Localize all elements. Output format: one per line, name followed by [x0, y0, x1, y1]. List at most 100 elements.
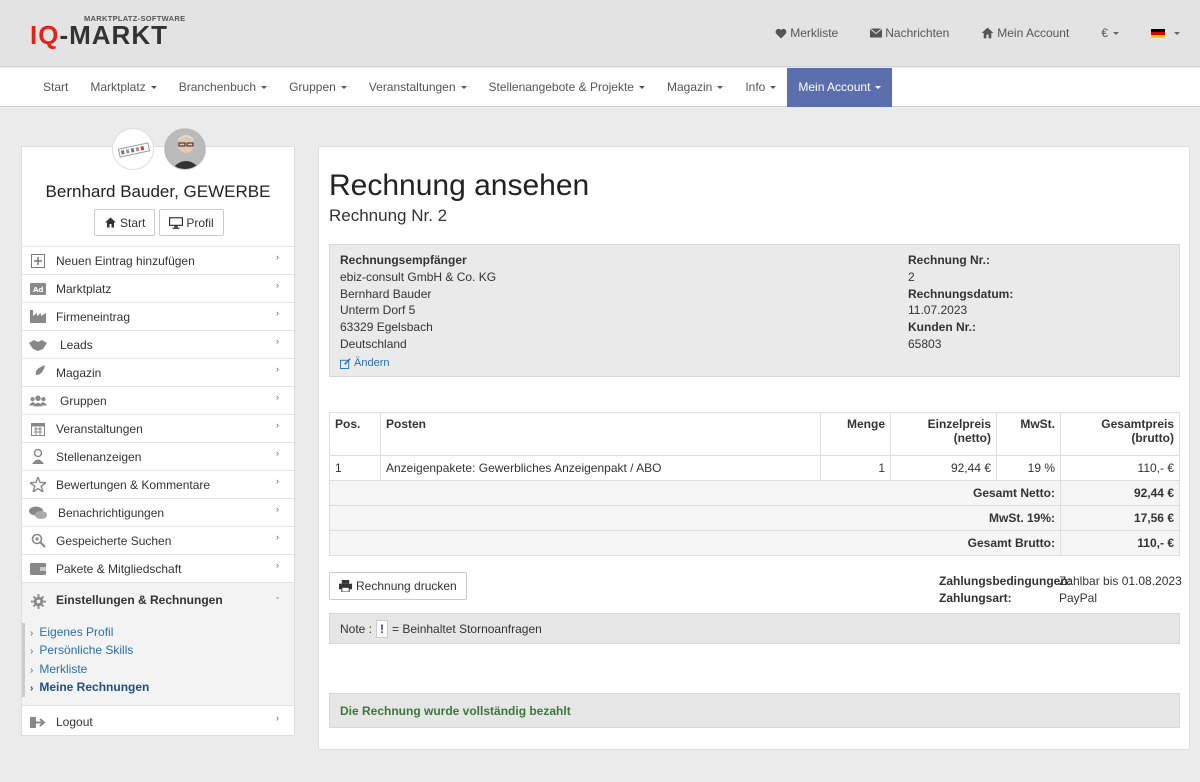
col-header-pos: Pos. [329, 412, 381, 456]
print-icon [339, 580, 352, 592]
profile-buttons: Start Profil [94, 209, 228, 236]
cell-pos: 1 [329, 455, 381, 481]
nav-marktplatz[interactable]: Marktplatz [79, 68, 167, 107]
recipient-line: Bernhard Bauder [340, 286, 432, 301]
sum-label: MwSt. 19%: [329, 505, 1061, 531]
svg-text:Ad: Ad [33, 286, 43, 294]
cell-vat: 19 % [996, 455, 1061, 481]
submenu-persoenliche-skills[interactable]: › Persönliche Skills [25, 641, 294, 659]
recipient-line: Deutschland [340, 336, 407, 351]
cell-unit-price: 92,44 € [890, 455, 997, 481]
sidebar-item-veranstaltungen[interactable]: Veranstaltungen › [22, 414, 294, 442]
user-avatar[interactable] [164, 128, 206, 170]
nav-branchenbuch[interactable]: Branchenbuch [168, 68, 278, 107]
nav-magazin[interactable]: Magazin [656, 68, 734, 107]
sum-label: Gesamt Netto: [329, 480, 1061, 506]
plus-square-icon [29, 253, 47, 269]
sidebar-item-new-entry[interactable]: Neuen Eintrag hinzufügen › [22, 246, 294, 274]
chevron-down-icon [875, 86, 882, 90]
recipient-line: 63329 Egelsbach [340, 320, 433, 335]
recipient-line: Unterm Dorf 5 [340, 303, 416, 318]
star-icon [29, 477, 47, 493]
company-logo-avatar[interactable] [112, 128, 154, 170]
sidebar-item-pakete[interactable]: Pakete & Mitgliedschaft › [22, 554, 294, 582]
recipient-block: Rechnungsempfänger ebiz-consult GmbH & C… [340, 252, 496, 372]
invoice-date-label: Rechnungsdatum: [908, 286, 1014, 301]
chevron-right-icon: › [276, 420, 279, 430]
sidebar-menu: Neuen Eintrag hinzufügen › Ad Marktplatz ›… [22, 246, 294, 736]
feather-icon [29, 365, 47, 381]
nav-stellenangebote[interactable]: Stellenangebote & Projekte [478, 68, 656, 107]
sidebar-item-firmeneintrag[interactable]: Firmeneintrag › [22, 302, 294, 330]
customer-number-label: Kunden Nr.: [908, 320, 976, 335]
comments-icon [29, 505, 47, 521]
ad-icon: Ad [29, 281, 47, 297]
sidebar-item-einstellungen[interactable]: Einstellungen & Rechnungen ˇ › Eigenes Pro… [22, 582, 294, 706]
paid-status-message: Die Rechnung wurde vollständig bezahlt [329, 693, 1180, 728]
cell-item: Anzeigenpakete: Gewerbliches Anzeigenpak… [380, 455, 821, 481]
table-row: 1 Anzeigenpakete: Gewerbliches Anzeigenp… [329, 455, 1180, 481]
recipient-line: ebiz-consult GmbH & Co. KG [340, 269, 497, 284]
sidebar-item-logout[interactable]: Logout › [22, 708, 294, 736]
start-button[interactable]: Start [94, 209, 156, 236]
chevron-right-icon: › [276, 560, 279, 570]
col-header-vat: MwSt. [996, 412, 1061, 456]
sidebar-item-gruppen[interactable]: Gruppen › [22, 386, 294, 414]
chevron-down-icon [717, 86, 724, 90]
user-photo-icon [165, 129, 205, 169]
sidebar-item-marktplatz[interactable]: Ad Marktplatz › [22, 274, 294, 302]
note-box: Note : ! = Beinhaltet Stornoanfragen [329, 613, 1180, 644]
heart-icon [775, 28, 787, 38]
sum-value: 92,44 € [1060, 480, 1180, 506]
gear-icon [29, 593, 47, 609]
cell-qty: 1 [820, 455, 891, 481]
chevron-down-icon: ˇ [276, 596, 279, 606]
chevron-down-icon [460, 86, 467, 90]
settings-submenu: › Eigenes Profil › Persönliche Skills › Mer… [22, 623, 294, 697]
submenu-eigenes-profil[interactable]: › Eigenes Profil [25, 623, 294, 641]
watchlist-link[interactable]: Merkliste [775, 26, 838, 40]
submenu-merkliste[interactable]: › Merkliste [25, 660, 294, 678]
calendar-icon [29, 421, 47, 437]
sidebar-item-magazin[interactable]: Magazin › [22, 358, 294, 386]
sidebar-item-benachrichtigungen[interactable]: Benachrichtigungen › [22, 498, 294, 526]
chevron-right-icon: › [276, 308, 279, 318]
account-sidebar: Bernhard Bauder, GEWERBE Start Profil Ne… [21, 128, 295, 736]
nav-mein-account[interactable]: Mein Account [787, 68, 893, 107]
home-icon [981, 27, 994, 39]
submenu-meine-rechnungen[interactable]: › Meine Rechnungen [25, 678, 294, 696]
cell-total: 110,- € [1060, 455, 1180, 481]
language-dropdown[interactable] [1151, 28, 1180, 38]
sidebar-item-leads[interactable]: Leads › [22, 330, 294, 358]
messages-link[interactable]: Nachrichten [870, 26, 949, 40]
sidebar-item-gespeicherte-suchen[interactable]: Gespeicherte Suchen › [22, 526, 294, 554]
nav-info[interactable]: Info [734, 68, 787, 107]
main-navigation: Start Marktplatz Branchenbuch Gruppen Ve… [0, 68, 1200, 107]
chevron-right-icon: › [30, 682, 34, 694]
chevron-right-icon: › [276, 392, 279, 402]
user-tie-icon [29, 449, 47, 465]
invoice-panel: Rechnung ansehen Rechnung Nr. 2 Rechnung… [318, 146, 1190, 750]
nav-gruppen[interactable]: Gruppen [278, 68, 358, 107]
sidebar-item-bewertungen[interactable]: Bewertungen & Kommentare › [22, 470, 294, 498]
terms-value: Zahlbar bis 01.08.2023 [1059, 574, 1182, 588]
invoice-number: 2 [908, 269, 915, 284]
edit-address-link[interactable]: Ändern [340, 355, 496, 372]
chevron-right-icon: › [276, 504, 279, 514]
customer-number: 65803 [908, 336, 942, 351]
chevron-down-icon [340, 86, 347, 90]
currency-dropdown[interactable]: € [1101, 26, 1119, 40]
nav-veranstaltungen[interactable]: Veranstaltungen [358, 68, 478, 107]
col-header-unit-price: Einzelpreis (netto) [890, 412, 997, 456]
profile-button[interactable]: Profil [159, 209, 224, 236]
handshake-icon [29, 337, 47, 353]
print-invoice-button[interactable]: Rechnung drucken [329, 572, 467, 600]
chevron-right-icon: › [276, 364, 279, 374]
chevron-right-icon: › [30, 628, 34, 639]
sum-row-vat: MwSt. 19%: 17,56 € [329, 505, 1180, 531]
exclamation-icon: ! [376, 619, 389, 638]
account-link[interactable]: Mein Account [981, 26, 1069, 40]
nav-start[interactable]: Start [32, 68, 79, 107]
sidebar-item-stellenanzeigen[interactable]: Stellenanzeigen › [22, 442, 294, 470]
german-flag-icon [1151, 28, 1165, 38]
